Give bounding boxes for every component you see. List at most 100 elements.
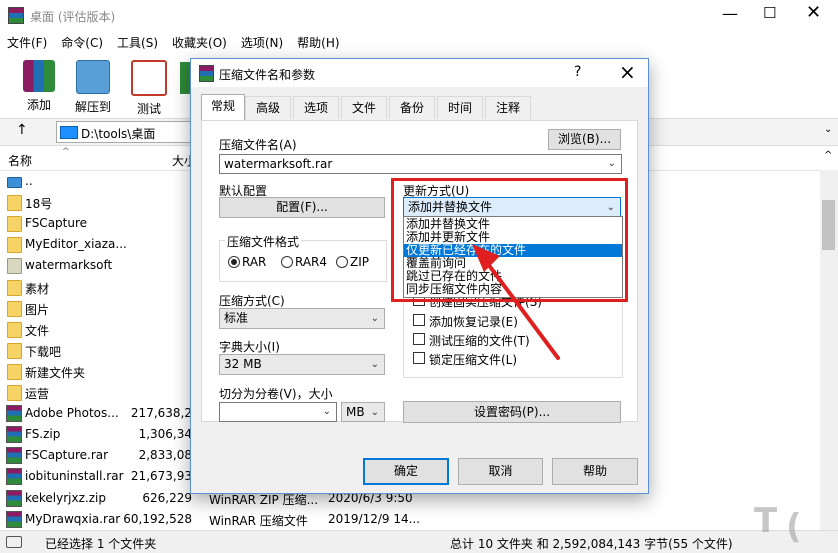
svg-text:T: T (754, 501, 778, 541)
add-button[interactable]: 添加 (12, 58, 66, 116)
tab-options[interactable]: 选项 (293, 96, 339, 119)
recovery-record-checkbox[interactable] (413, 314, 425, 326)
file-name: kekelyrjxz.zip (25, 490, 106, 505)
folder-icon (7, 237, 22, 254)
menu-help[interactable]: 帮助(H) (290, 30, 346, 51)
split-unit-value: MB (346, 405, 365, 419)
folder-icon (7, 279, 22, 296)
test-files-checkbox[interactable] (413, 333, 425, 345)
split-label: 切分为分卷(V)，大小 (219, 387, 333, 401)
format-rar-radio[interactable] (228, 256, 240, 268)
minimize-button[interactable]: — (722, 4, 738, 23)
folder-icon (7, 321, 22, 338)
lock-archive-checkbox[interactable] (413, 352, 425, 364)
profile-button[interactable]: 配置(F)... (219, 197, 385, 218)
dialog-titlebar: 压缩文件名和参数 ? × (191, 59, 648, 87)
format-rar4-radio[interactable] (281, 256, 293, 268)
folder-icon (7, 363, 22, 380)
format-rar4-label: RAR4 (295, 255, 328, 269)
test-button[interactable]: 测试 (122, 58, 176, 116)
method-label: 压缩方式(C) (219, 294, 285, 308)
add-archive-icon (23, 60, 55, 92)
tab-backup[interactable]: 备份 (389, 96, 435, 119)
file-name: MyEditor_xiaza... (25, 237, 127, 252)
vertical-scrollbar[interactable] (820, 170, 838, 530)
menu-file[interactable]: 文件(F) (0, 30, 54, 51)
file-size: 626,229 (142, 490, 192, 505)
dialog-app-icon (199, 65, 214, 82)
close-button[interactable]: ✕ (806, 2, 821, 23)
split-unit-select[interactable]: MB ⌄ (341, 402, 385, 422)
extract-label: 解压到 (74, 100, 111, 114)
menu-command[interactable]: 命令(C) (54, 30, 110, 51)
file-name: 图片 (25, 302, 50, 317)
file-name: 新建文件夹 (25, 365, 86, 380)
chevron-down-icon[interactable]: ⌄ (608, 155, 616, 173)
menu-options[interactable]: 选项(N) (234, 30, 290, 51)
format-zip-radio[interactable] (336, 256, 348, 268)
file-name: 18号 (25, 197, 53, 212)
column-name[interactable]: 名称 (8, 152, 32, 169)
cancel-button[interactable]: 取消 (458, 458, 543, 485)
format-label: 压缩文件格式 (225, 233, 302, 250)
archive-name-value: watermarksoft.rar (224, 157, 333, 171)
tab-comment[interactable]: 注释 (485, 96, 531, 119)
file-size: 21,673,93 (130, 469, 192, 484)
annotation-arrow (472, 244, 560, 360)
format-rar-label: RAR (242, 255, 267, 269)
maximize-button[interactable]: ☐ (763, 4, 776, 22)
window-title: 桌面 (评估版本) (30, 10, 116, 24)
tab-files[interactable]: 文件 (341, 96, 387, 119)
folder-icon (7, 195, 22, 212)
help-button[interactable]: 帮助 (552, 458, 638, 485)
dialog-close-icon[interactable]: × (619, 60, 636, 84)
scrollbar-thumb[interactable] (822, 200, 835, 250)
split-size-field[interactable]: ⌄ (219, 402, 337, 422)
method-select[interactable]: 标准 ⌄ (219, 308, 385, 329)
tab-general[interactable]: 常规 (201, 94, 245, 120)
file-row[interactable]: MyDrawqxia.rar 60,192,528 WinRAR 压缩文件 2019/… (0, 509, 820, 530)
chevron-down-icon: ⌄ (370, 359, 379, 370)
status-drive-icon (6, 536, 22, 548)
add-label: 添加 (26, 98, 51, 112)
address-field[interactable]: D:\tools\桌面 (56, 121, 192, 143)
ok-button[interactable]: 确定 (363, 458, 449, 485)
folder-icon (7, 258, 22, 275)
file-size: 2,833,08 (138, 448, 192, 463)
set-password-button[interactable]: 设置密码(P)... (403, 401, 621, 423)
chevron-down-icon: ⌄ (370, 407, 379, 418)
file-name: Adobe Photos... (25, 406, 119, 421)
extract-button[interactable]: 解压到 (66, 58, 120, 116)
file-type: WinRAR 压缩文件 (209, 513, 308, 528)
file-name: 文件 (25, 323, 50, 338)
file-name: FSCapture (25, 216, 88, 231)
archive-name-field[interactable]: watermarksoft.rar ⌄ (219, 154, 622, 174)
dict-value: 32 MB (224, 357, 262, 371)
file-size: 1,306,34 (138, 427, 192, 442)
rar-archive-icon (6, 510, 22, 528)
file-name: 素材 (25, 281, 50, 296)
address-dropdown-icon[interactable]: ⌄ (824, 124, 832, 135)
rar-archive-icon (6, 468, 22, 486)
main-titlebar: 桌面 (评估版本) — ☐ ✕ (0, 0, 838, 30)
dialog-help-icon[interactable]: ? (574, 64, 581, 80)
dialog-title: 压缩文件名和参数 (219, 68, 316, 82)
tab-time[interactable]: 时间 (437, 96, 483, 119)
menu-tools[interactable]: 工具(S) (110, 30, 165, 51)
test-label: 测试 (136, 102, 161, 116)
extract-folder-icon (76, 60, 110, 94)
menu-favorites[interactable]: 收藏夹(O) (165, 30, 234, 51)
file-size: 60,192,528 (123, 511, 192, 526)
watermark-logo: T( (748, 488, 836, 550)
chevron-down-icon[interactable]: ⌄ (323, 403, 331, 421)
up-arrow-icon[interactable]: ↑ (16, 122, 28, 138)
file-name: iobituninstall.rar (25, 469, 124, 484)
dict-select[interactable]: 32 MB ⌄ (219, 354, 385, 375)
file-date: 2019/12/9 14... (328, 511, 421, 526)
status-total: 总计 10 文件夹 和 2,592,084,143 字节(55 个文件) (450, 537, 733, 551)
browse-button[interactable]: 浏览(B)... (548, 129, 621, 150)
rar-archive-icon (6, 405, 22, 423)
tab-advanced[interactable]: 高级 (245, 96, 291, 119)
status-selection: 已经选择 1 个文件夹 (45, 537, 157, 551)
archive-name-label: 压缩文件名(A) (219, 138, 297, 152)
